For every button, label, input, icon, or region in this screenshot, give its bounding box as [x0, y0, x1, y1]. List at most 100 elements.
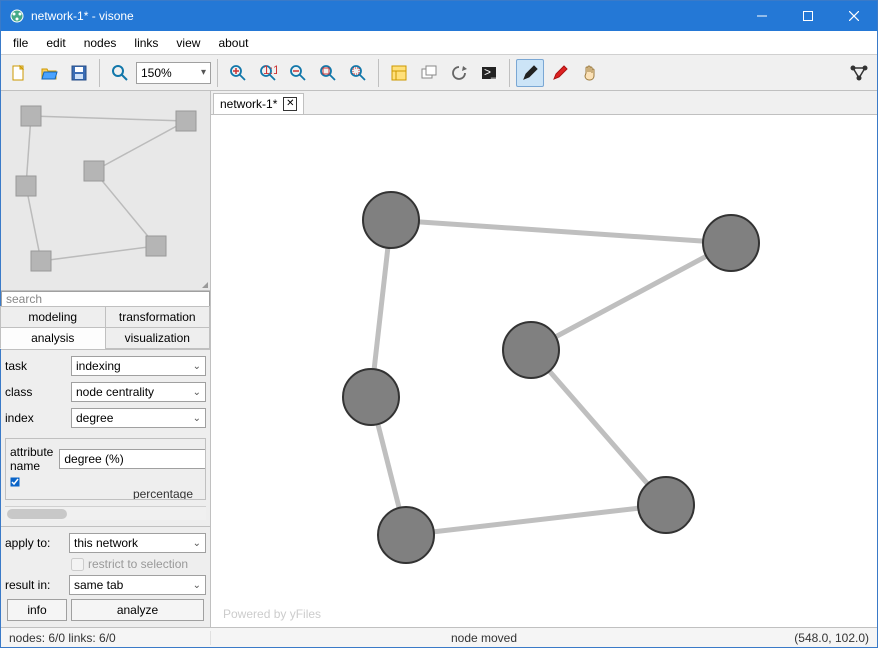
edit-mode-button[interactable] [516, 59, 544, 87]
scroll-thumb[interactable] [7, 509, 67, 519]
console-button[interactable]: >_ [475, 59, 503, 87]
chevron-down-icon: ⌄ [193, 413, 201, 424]
zoom-in-icon [229, 64, 247, 82]
menu-links[interactable]: links [126, 34, 166, 52]
attribute-box: attribute name percentage [5, 438, 206, 500]
tab-modeling[interactable]: modeling [0, 306, 106, 328]
doc-tab-close-button[interactable]: ✕ [283, 97, 297, 111]
overview-icon [420, 64, 438, 82]
pencil-icon [521, 64, 539, 82]
zoom-selection-button[interactable] [344, 59, 372, 87]
close-button[interactable] [831, 1, 877, 31]
task-select[interactable]: indexing⌄ [71, 356, 206, 376]
restrict-row: restrict to selection [5, 557, 206, 571]
menu-nodes[interactable]: nodes [76, 34, 125, 52]
apply-to-label: apply to: [5, 536, 63, 550]
zoom-selection-icon [349, 64, 367, 82]
open-button[interactable] [35, 59, 63, 87]
chevron-down-icon: ⌄ [193, 538, 201, 549]
save-icon [70, 64, 88, 82]
menubar: file edit nodes links view about [1, 31, 877, 55]
watermark: Powered by yFiles [223, 607, 321, 621]
attr-hscroll[interactable] [5, 506, 206, 520]
console-icon: >_ [480, 64, 498, 82]
doc-tabs: network-1* ✕ [211, 91, 877, 115]
restrict-checkbox [71, 558, 84, 571]
menu-about[interactable]: about [210, 34, 256, 52]
svg-text:1:1: 1:1 [263, 64, 277, 77]
refresh-button[interactable] [445, 59, 473, 87]
search-input[interactable] [1, 291, 210, 307]
menu-file[interactable]: file [5, 34, 36, 52]
zoom-out-button[interactable] [284, 59, 312, 87]
close-icon [849, 11, 859, 21]
checkbox-icon [10, 477, 22, 487]
chevron-down-icon: ⌄ [193, 580, 201, 591]
layout-icon [390, 64, 408, 82]
maximize-button[interactable] [785, 1, 831, 31]
attr-name-label: attribute name [10, 445, 53, 473]
attr-name-input[interactable] [59, 449, 206, 469]
chevron-down-icon: ⌄ [193, 361, 201, 372]
analyze-button[interactable]: analyze [71, 599, 204, 621]
layout-button[interactable] [385, 59, 413, 87]
result-in-select[interactable]: same tab⌄ [69, 575, 206, 595]
tab-analysis[interactable]: analysis [0, 327, 106, 349]
chevron-down-icon: ⌄ [193, 387, 201, 398]
toolbar: 150% ▾ 1:1 >_ [1, 55, 877, 91]
graph-icon [849, 64, 869, 82]
red-pencil-icon [551, 64, 569, 82]
chevron-down-icon: ▾ [201, 67, 206, 78]
titlebar: network-1* - visone [1, 1, 877, 31]
analysis-form: task indexing⌄ class node centrality⌄ in… [1, 350, 210, 527]
zoom-in-button[interactable] [224, 59, 252, 87]
menu-edit[interactable]: edit [38, 34, 73, 52]
annotate-mode-button[interactable] [546, 59, 574, 87]
zoom-select[interactable]: 150% ▾ [136, 62, 211, 84]
class-select[interactable]: node centrality⌄ [71, 382, 206, 402]
graph-mode-button[interactable] [845, 59, 873, 87]
task-label: task [5, 359, 65, 373]
minimize-button[interactable] [739, 1, 785, 31]
save-button[interactable] [65, 59, 93, 87]
status-nodes-links: nodes: 6/0 links: 6/0 [1, 631, 211, 645]
zoom-fit-icon [319, 64, 337, 82]
result-in-label: result in: [5, 578, 63, 592]
app-icon [9, 8, 25, 24]
statusbar: nodes: 6/0 links: 6/0 node moved (548.0,… [1, 627, 877, 647]
new-file-icon [10, 64, 28, 82]
tab-visualization[interactable]: visualization [105, 327, 211, 349]
info-button[interactable]: info [7, 599, 67, 621]
graph-canvas[interactable]: Powered by yFiles [211, 115, 877, 627]
refresh-icon [450, 64, 468, 82]
menu-view[interactable]: view [168, 34, 208, 52]
zoom-value: 150% [141, 66, 172, 80]
apply-to-select[interactable]: this network⌄ [69, 533, 206, 553]
maximize-icon [803, 11, 813, 21]
overview-resize-handle[interactable] [198, 278, 208, 288]
doc-tab-network-1[interactable]: network-1* ✕ [213, 93, 304, 114]
zoom-fit-button[interactable] [314, 59, 342, 87]
hand-mode-button[interactable] [576, 59, 604, 87]
window-title: network-1* - visone [31, 9, 739, 23]
app-window: network-1* - visone file edit nodes link… [0, 0, 878, 648]
side-tab-grid: modeling transformation analysis visuali… [1, 307, 210, 350]
main-area: network-1* ✕ Powered by yFiles [211, 91, 877, 627]
window-controls [739, 1, 877, 31]
zoom-tool-button[interactable] [106, 59, 134, 87]
tab-transformation[interactable]: transformation [105, 306, 211, 328]
restrict-label: restrict to selection [88, 557, 188, 571]
overview-graph [1, 91, 211, 291]
side-panel: modeling transformation analysis visuali… [1, 91, 211, 627]
overview-button[interactable] [415, 59, 443, 87]
apply-area: apply to: this network⌄ restrict to sele… [1, 527, 210, 629]
zoom-reset-button[interactable]: 1:1 [254, 59, 282, 87]
status-coords: (548.0, 102.0) [757, 631, 877, 645]
open-folder-icon [40, 64, 58, 82]
percentage-fragment: percentage [10, 477, 201, 500]
class-label: class [5, 385, 65, 399]
new-button[interactable] [5, 59, 33, 87]
overview-panel[interactable] [1, 91, 210, 291]
status-action: node moved [211, 631, 757, 645]
index-select[interactable]: degree⌄ [71, 408, 206, 428]
